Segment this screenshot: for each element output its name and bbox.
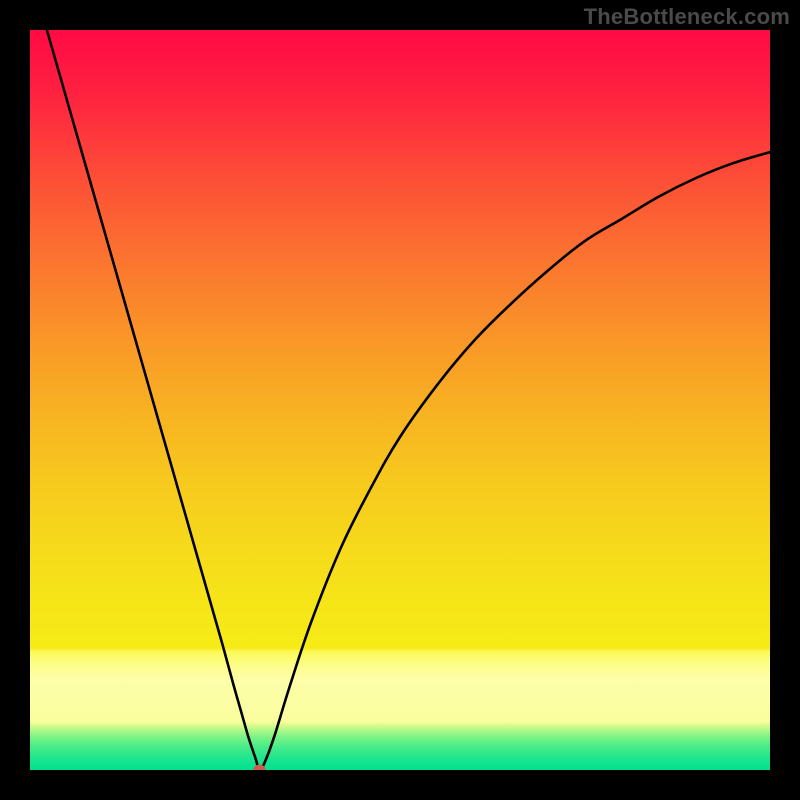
gradient-background (30, 30, 770, 770)
chart-frame: TheBottleneck.com (0, 0, 800, 800)
plot-area (30, 30, 770, 770)
chart-svg (30, 30, 770, 770)
watermark-text: TheBottleneck.com (584, 4, 790, 30)
